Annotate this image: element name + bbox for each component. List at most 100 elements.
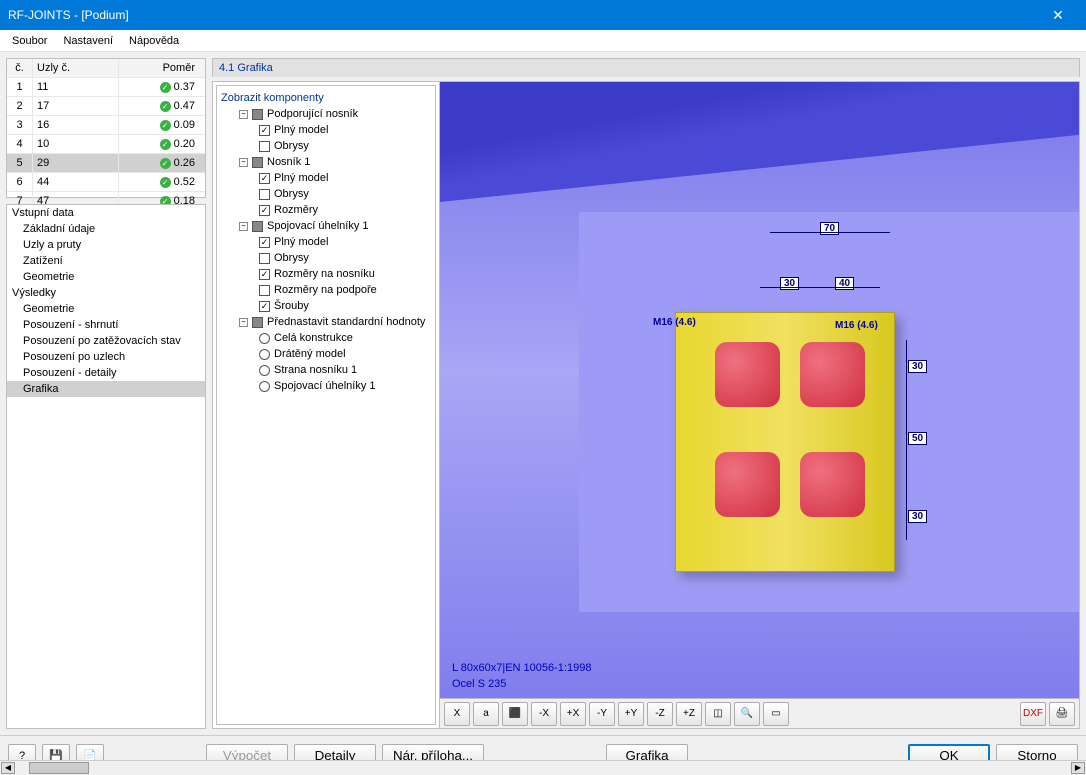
col-ratio-header[interactable]: Poměr — [119, 59, 199, 77]
component-item[interactable]: Drátěný model — [221, 346, 431, 362]
item-label: Drátěný model — [274, 348, 346, 360]
col-nodes-header[interactable]: Uzly č. — [33, 59, 119, 77]
menu-file[interactable]: Soubor — [4, 33, 55, 49]
menu-help[interactable]: Nápověda — [121, 33, 187, 49]
nav-item[interactable]: Geometrie — [7, 301, 205, 317]
component-item[interactable]: Rozměry na podpoře — [221, 282, 431, 298]
nav-item[interactable]: Posouzení po zatěžovacích stav — [7, 333, 205, 349]
component-item[interactable]: Rozměry na nosníku — [221, 266, 431, 282]
tristate-checkbox[interactable] — [252, 157, 263, 168]
expand-icon[interactable]: − — [239, 222, 248, 231]
nav-results-head[interactable]: Výsledky — [7, 285, 205, 301]
view-pos-y-icon[interactable]: +Y — [618, 702, 644, 726]
component-item[interactable]: Strana nosníku 1 — [221, 362, 431, 378]
component-item[interactable]: Rozměry — [221, 202, 431, 218]
checkbox-icon[interactable] — [259, 141, 270, 152]
component-item[interactable]: Spojovací úhelníky 1 — [221, 378, 431, 394]
expand-icon[interactable]: − — [239, 110, 248, 119]
checkbox-icon[interactable] — [259, 205, 270, 216]
checkbox-icon[interactable] — [259, 237, 270, 248]
nav-item[interactable]: Grafika — [7, 381, 205, 397]
group-label: Spojovací úhelníky 1 — [267, 220, 369, 232]
checkbox-icon[interactable] — [259, 301, 270, 312]
item-label: Rozměry — [274, 204, 318, 216]
view-a-icon[interactable]: a — [473, 702, 499, 726]
component-group[interactable]: − Spojovací úhelníky 1 — [221, 218, 431, 234]
row-node: 16 — [33, 116, 119, 134]
row-number: 2 — [7, 97, 33, 115]
table-row[interactable]: 316✓ 0.09 — [7, 116, 205, 135]
component-item[interactable]: Šrouby — [221, 298, 431, 314]
checkbox-icon[interactable] — [259, 285, 270, 296]
nav-item[interactable]: Základní údaje — [7, 221, 205, 237]
view-neg-y-icon[interactable]: -Y — [589, 702, 615, 726]
view-x-icon[interactable]: X — [444, 702, 470, 726]
ok-icon: ✓ — [160, 101, 171, 112]
navigation-tree: Vstupní data Základní údajeUzly a prutyZ… — [6, 204, 206, 729]
checkbox-icon[interactable] — [259, 269, 270, 280]
window-title: RF-JOINTS - [Podium] — [8, 8, 1038, 22]
menu-settings[interactable]: Nastavení — [55, 33, 121, 49]
row-number: 1 — [7, 78, 33, 96]
view-pos-x-icon[interactable]: +X — [560, 702, 586, 726]
nav-item[interactable]: Zatížení — [7, 253, 205, 269]
col-number-header[interactable]: č. — [7, 59, 33, 77]
3d-viewport[interactable]: 70 30 40 M16 (4.6) M16 (4.6) 30 50 30 L … — [439, 82, 1079, 728]
expand-icon[interactable]: − — [239, 158, 248, 167]
radio-icon[interactable] — [259, 381, 270, 392]
checkbox-icon[interactable] — [259, 173, 270, 184]
component-tree-title: Zobrazit komponenty — [221, 90, 431, 106]
nav-item[interactable]: Posouzení - detaily — [7, 365, 205, 381]
component-item[interactable]: Plný model — [221, 234, 431, 250]
component-item[interactable]: Obrysy — [221, 138, 431, 154]
nav-item[interactable]: Geometrie — [7, 269, 205, 285]
nav-item[interactable]: Uzly a pruty — [7, 237, 205, 253]
checkbox-icon[interactable] — [259, 125, 270, 136]
radio-icon[interactable] — [259, 349, 270, 360]
component-item[interactable]: Obrysy — [221, 186, 431, 202]
component-group[interactable]: −Podporující nosník — [221, 106, 431, 122]
table-row[interactable]: 410✓ 0.20 — [7, 135, 205, 154]
export-dxf-icon[interactable]: DXF — [1020, 702, 1046, 726]
row-ratio: ✓ 0.52 — [119, 173, 199, 191]
nav-input-head[interactable]: Vstupní data — [7, 205, 205, 221]
item-label: Šrouby — [274, 300, 309, 312]
checkbox-icon[interactable] — [259, 253, 270, 264]
radio-icon[interactable] — [259, 365, 270, 376]
table-row[interactable]: 644✓ 0.52 — [7, 173, 205, 192]
checkbox-icon[interactable] — [259, 189, 270, 200]
table-row[interactable]: 529✓ 0.26 — [7, 154, 205, 173]
component-item[interactable]: Obrysy — [221, 250, 431, 266]
radio-icon[interactable] — [259, 333, 270, 344]
component-item[interactable]: Plný model — [221, 122, 431, 138]
nav-item[interactable]: Posouzení - shrnutí — [7, 317, 205, 333]
expand-icon[interactable]: − — [239, 318, 248, 327]
component-group[interactable]: −Nosník 1 — [221, 154, 431, 170]
row-number: 3 — [7, 116, 33, 134]
ok-icon: ✓ — [160, 158, 171, 169]
dimension-40: 40 — [835, 277, 854, 290]
nav-item[interactable]: Posouzení po uzlech — [7, 349, 205, 365]
view-iso-icon[interactable]: ⬛ — [502, 702, 528, 726]
print-icon[interactable]: 🖨 — [1049, 702, 1075, 726]
component-group[interactable]: −Přednastavit standardní hodnoty — [221, 314, 431, 330]
table-row[interactable]: 111✓ 0.37 — [7, 78, 205, 97]
zoom-icon[interactable]: 🔍 — [734, 702, 760, 726]
row-ratio: ✓ 0.20 — [119, 135, 199, 153]
row-ratio: ✓ 0.37 — [119, 78, 199, 96]
tristate-checkbox[interactable] — [252, 221, 263, 232]
view-neg-x-icon[interactable]: -X — [531, 702, 557, 726]
view-pos-z-icon[interactable]: +Z — [676, 702, 702, 726]
window-close-button[interactable]: ✕ — [1038, 0, 1078, 30]
material-caption: Ocel S 235 — [444, 674, 514, 694]
component-item[interactable]: Plný model — [221, 170, 431, 186]
row-node: 44 — [33, 173, 119, 191]
tristate-checkbox[interactable] — [252, 317, 263, 328]
dual-panel-icon[interactable]: ▭ — [763, 702, 789, 726]
view-cube-icon[interactable]: ◫ — [705, 702, 731, 726]
view-neg-z-icon[interactable]: -Z — [647, 702, 673, 726]
table-row[interactable]: 217✓ 0.47 — [7, 97, 205, 116]
tristate-checkbox[interactable] — [252, 109, 263, 120]
row-number: 4 — [7, 135, 33, 153]
component-item[interactable]: Celá konstrukce — [221, 330, 431, 346]
